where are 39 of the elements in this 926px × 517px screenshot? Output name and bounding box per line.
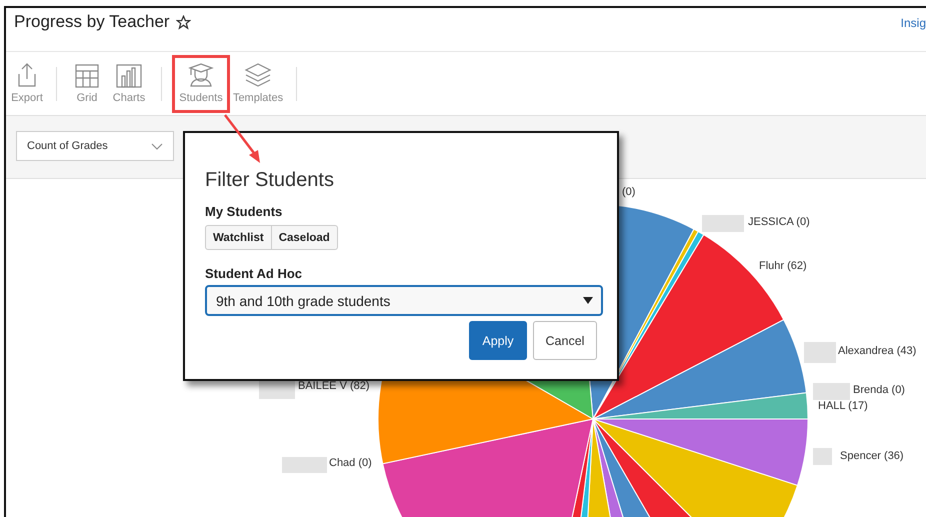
section-label: My Students xyxy=(205,204,284,219)
insights-link[interactable]: Insig xyxy=(900,16,926,30)
grid-icon xyxy=(75,64,99,88)
slice-label: Spencer (36) xyxy=(840,450,904,462)
measure-dropdown[interactable]: Count of Grades xyxy=(16,131,174,161)
layers-icon xyxy=(244,62,272,88)
toolbar-button[interactable]: Charts xyxy=(107,54,151,112)
slice-label: Chad (0) xyxy=(329,457,372,469)
slice-label: HALL (17) xyxy=(818,400,868,412)
slice-label: (0) xyxy=(622,186,636,198)
ad-hoc-dropdown[interactable]: 9th and 10th grade students xyxy=(205,285,603,316)
redacted-block xyxy=(813,383,850,400)
apply-button[interactable]: Apply xyxy=(469,321,527,360)
star-icon[interactable] xyxy=(176,14,191,30)
cancel-button[interactable]: Cancel xyxy=(533,321,597,360)
pointer-arrow xyxy=(224,114,260,163)
redacted-block xyxy=(702,215,744,232)
slice-label: Alexandrea (43) xyxy=(838,345,916,357)
redacted-block xyxy=(804,342,836,363)
toggle-button[interactable]: Watchlist xyxy=(205,225,272,250)
toolbar-button[interactable]: Export xyxy=(8,54,46,112)
toolbar-button[interactable]: Templates xyxy=(230,54,286,112)
slice-label: BAILEE V (82) xyxy=(298,380,370,392)
caret-icon xyxy=(583,297,593,304)
graduate-icon xyxy=(188,62,214,88)
section-label: Student Ad Hoc xyxy=(205,266,304,281)
chevron-down-icon xyxy=(151,142,163,150)
slice-label: Brenda (0) xyxy=(853,384,905,396)
dialog-title: Filter Students xyxy=(205,169,335,192)
toggle-button[interactable]: Caseload xyxy=(272,225,338,250)
toolbar-button[interactable]: Students xyxy=(172,54,230,112)
slice-label: JESSICA (0) xyxy=(748,216,810,228)
redacted-block xyxy=(282,457,327,473)
redacted-block xyxy=(259,379,295,399)
toolbar-button[interactable]: Grid xyxy=(67,54,107,112)
redacted-block xyxy=(813,448,832,465)
slice-label: Fluhr (62) xyxy=(759,260,807,272)
page-title: Progress by Teacher xyxy=(14,12,170,32)
bar-chart-icon xyxy=(116,64,142,88)
